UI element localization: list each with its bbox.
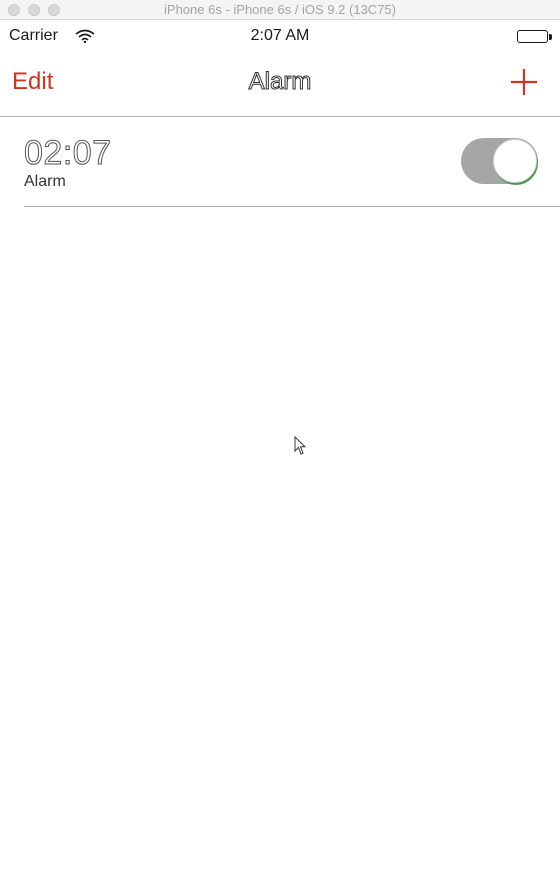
mouse-cursor-icon	[294, 436, 306, 455]
alarm-label: Alarm	[24, 173, 66, 190]
navigation-bar: Edit Alarm	[0, 54, 560, 117]
status-bar: Carrier 2:07 AM	[0, 20, 560, 54]
status-time: 2:07 AM	[250, 27, 310, 44]
toggle-knob	[493, 139, 537, 183]
page-title: Alarm	[248, 68, 312, 96]
battery-tip	[549, 34, 552, 40]
battery-icon	[517, 30, 548, 43]
alarm-time: 02:07	[24, 134, 112, 173]
plus-icon[interactable]	[510, 68, 538, 96]
alarm-toggle[interactable]	[461, 138, 538, 184]
simulator-title: iPhone 6s - iPhone 6s / iOS 9.2 (13C75)	[164, 2, 396, 17]
simulator-window: iPhone 6s - iPhone 6s / iOS 9.2 (13C75) …	[0, 0, 560, 872]
simulator-title-bar: iPhone 6s - iPhone 6s / iOS 9.2 (13C75)	[0, 0, 560, 20]
edit-button[interactable]: Edit	[12, 68, 53, 96]
alarm-row[interactable]: 02:07 Alarm	[24, 118, 560, 207]
